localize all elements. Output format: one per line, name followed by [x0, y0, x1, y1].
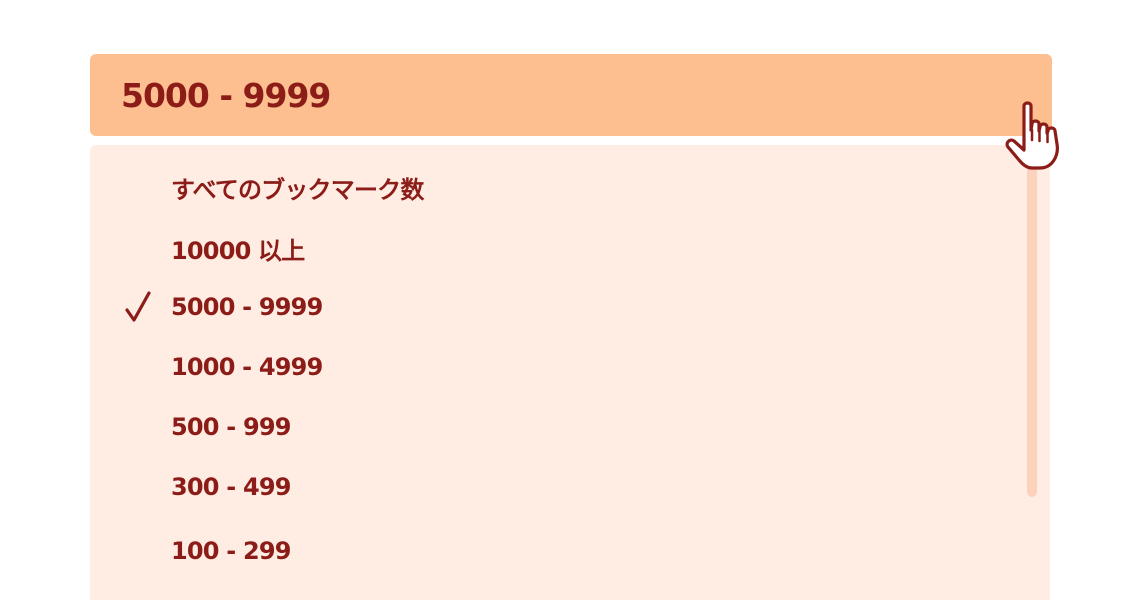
check-icon: [124, 290, 152, 324]
option-label: 5000 - 9999: [171, 293, 323, 321]
option-label: 10000 以上: [171, 236, 305, 265]
option-label: すべてのブックマーク数: [171, 175, 424, 204]
option-5000-9999[interactable]: 5000 - 9999: [90, 277, 1020, 337]
option-300-499[interactable]: 300 - 499: [90, 457, 1020, 517]
scrollbar-thumb[interactable]: [1027, 165, 1037, 497]
option-label: 100 - 299: [171, 537, 291, 565]
option-label: 500 - 999: [171, 413, 291, 441]
option-label: 1000 - 4999: [171, 353, 323, 381]
option-label: 300 - 499: [171, 473, 291, 501]
dropdown-list: すべてのブックマーク数 10000 以上 5000 - 9999 1000 - …: [90, 145, 1050, 600]
option-500-999[interactable]: 500 - 999: [90, 397, 1020, 457]
option-all-bookmarks[interactable]: すべてのブックマーク数: [90, 157, 1020, 217]
option-100-299[interactable]: 100 - 299: [90, 521, 1020, 581]
selected-value: 5000 - 9999: [121, 75, 331, 115]
pointer-hand-icon: [1002, 100, 1072, 176]
bookmark-count-select[interactable]: 5000 - 9999: [90, 54, 1052, 136]
option-1000-4999[interactable]: 1000 - 4999: [90, 337, 1020, 397]
option-10000-plus[interactable]: 10000 以上: [90, 218, 1020, 278]
